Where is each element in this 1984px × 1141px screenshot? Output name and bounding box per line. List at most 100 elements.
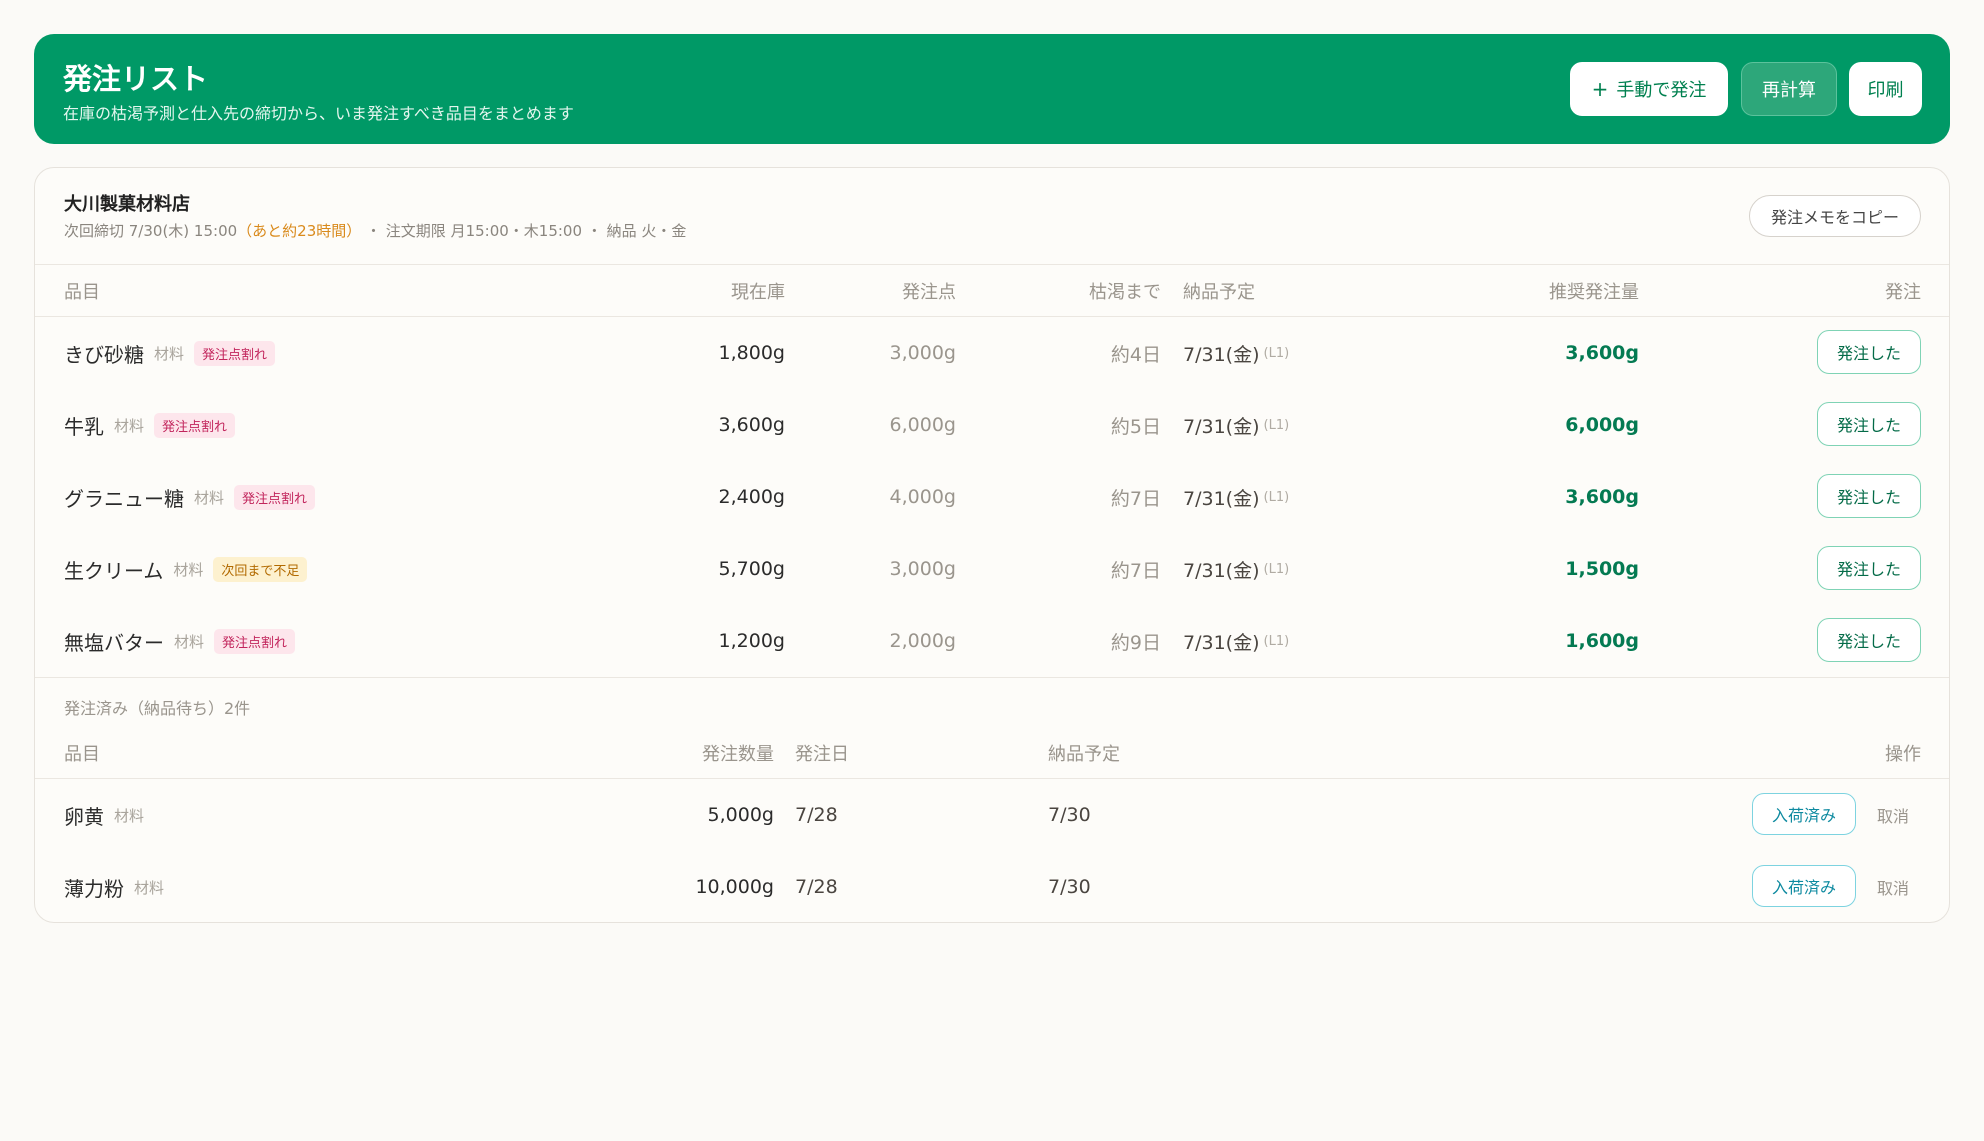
stock-value: 1,200g bbox=[718, 630, 785, 652]
item-cell: 生クリーム 材料 次回まで不足 bbox=[64, 533, 308, 605]
delivery-cell: 7/31(金) (L1) bbox=[1183, 533, 1289, 605]
col-delivery: 納品予定 bbox=[1183, 282, 1255, 303]
supplier-card: 大川製菓材料店 次回締切 7/30(木) 15:00（あと約23時間） ・ 注文… bbox=[34, 167, 1950, 923]
delivery-date: 7/30 bbox=[1048, 804, 1091, 826]
page-subtitle: 在庫の枯渇予測と仕入先の締切から、いま発注すべき品目をまとめます bbox=[63, 104, 574, 123]
item-name: 生クリーム bbox=[64, 558, 164, 583]
delivery-cell: 7/31(金) (L1) bbox=[1183, 461, 1289, 533]
item-name: グラニュー糖 bbox=[64, 486, 184, 511]
col-stock: 現在庫 bbox=[731, 282, 785, 303]
order-quantity: 5,000g bbox=[707, 804, 774, 826]
until-empty-value: 約5日 bbox=[1110, 415, 1161, 438]
lead-time: (L1) bbox=[1263, 417, 1290, 433]
reorder-point-value: 4,000g bbox=[889, 486, 956, 508]
table-row: グラニュー糖 材料 発注点割れ 2,400g 4,000g 約7日 7/31(金) (L1) 3… bbox=[35, 461, 1949, 533]
table-row: 無塩バター 材料 発注点割れ 1,200g 2,000g 約9日 7/31(金) (L1) 1,… bbox=[35, 605, 1949, 677]
col-reorder-point: 発注点 bbox=[902, 282, 956, 303]
item-name: 卵黄 bbox=[64, 804, 104, 829]
lead-time: (L1) bbox=[1263, 561, 1290, 577]
ordered-button[interactable]: 発注した bbox=[1817, 330, 1921, 374]
table-row: きび砂糖 材料 発注点割れ 1,800g 3,000g 約4日 7/31(金) (L1) 3,6… bbox=[35, 317, 1949, 389]
arrived-button[interactable]: 入荷済み bbox=[1752, 793, 1856, 835]
item-name: きび砂糖 bbox=[64, 342, 144, 367]
item-cell: きび砂糖 材料 発注点割れ bbox=[64, 317, 276, 389]
ordered-section-label: 発注済み（納品待ち）2件 bbox=[64, 699, 251, 718]
col-action: 発注 bbox=[1885, 282, 1921, 303]
recommended-qty: 3,600g bbox=[1565, 342, 1639, 364]
lead-time: (L1) bbox=[1263, 633, 1290, 649]
delivery-date: 7/31(金) bbox=[1183, 343, 1260, 366]
recalculate-button[interactable]: 再計算 bbox=[1741, 62, 1837, 116]
item-category: 材料 bbox=[154, 344, 185, 363]
status-badge: 発注点割れ bbox=[154, 412, 236, 438]
item-name: 薄力粉 bbox=[64, 876, 124, 901]
order-date: 7/28 bbox=[795, 876, 838, 898]
delivery-date: 7/31(金) bbox=[1183, 487, 1260, 510]
until-empty-value: 約7日 bbox=[1110, 487, 1161, 510]
ordered-col-quantity: 発注数量 bbox=[702, 744, 774, 765]
stock-value: 5,700g bbox=[718, 558, 785, 580]
status-badge: 発注点割れ bbox=[234, 484, 316, 510]
delivery-days: ・ 納品 火・金 bbox=[586, 222, 687, 240]
table-row: 卵黄 材料 5,000g 7/28 7/30 入荷済み 取消 bbox=[35, 779, 1949, 851]
until-empty-value: 約7日 bbox=[1110, 559, 1161, 582]
cancel-link[interactable]: 取消 bbox=[1877, 779, 1909, 851]
item-category: 材料 bbox=[134, 878, 165, 897]
divider bbox=[35, 264, 1949, 265]
until-empty-value: 約9日 bbox=[1110, 631, 1161, 654]
copy-memo-button[interactable]: 発注メモをコピー bbox=[1749, 195, 1921, 237]
ordered-button[interactable]: 発注した bbox=[1817, 402, 1921, 446]
ordered-button[interactable]: 発注した bbox=[1817, 474, 1921, 518]
stock-value: 1,800g bbox=[718, 342, 785, 364]
item-name: 牛乳 bbox=[64, 414, 104, 439]
page-title: 発注リスト bbox=[63, 62, 209, 96]
supplier-name: 大川製菓材料店 bbox=[64, 194, 190, 215]
divider bbox=[35, 677, 1949, 678]
status-badge: 次回まで不足 bbox=[213, 556, 308, 582]
recommended-qty: 1,600g bbox=[1565, 630, 1639, 652]
reorder-point-value: 2,000g bbox=[889, 630, 956, 652]
item-name: 無塩バター bbox=[64, 630, 164, 655]
order-date: 7/28 bbox=[795, 804, 838, 826]
stock-value: 3,600g bbox=[718, 414, 785, 436]
manual-order-label: 手動で発注 bbox=[1616, 80, 1707, 101]
reorder-point-value: 3,000g bbox=[889, 342, 956, 364]
delivery-date: 7/31(金) bbox=[1183, 415, 1260, 438]
delivery-date: 7/31(金) bbox=[1183, 559, 1260, 582]
page-header: 発注リスト 在庫の枯渇予測と仕入先の締切から、いま発注すべき品目をまとめます +… bbox=[34, 34, 1950, 144]
item-category: 材料 bbox=[114, 806, 145, 825]
order-quantity: 10,000g bbox=[695, 876, 774, 898]
recommended-qty: 1,500g bbox=[1565, 558, 1639, 580]
item-category: 材料 bbox=[114, 416, 145, 435]
plus-icon: + bbox=[1591, 77, 1609, 101]
ordered-button[interactable]: 発注した bbox=[1817, 546, 1921, 590]
item-cell: 卵黄 材料 bbox=[64, 779, 144, 851]
item-category: 材料 bbox=[174, 632, 205, 651]
item-cell: グラニュー糖 材料 発注点割れ bbox=[64, 461, 316, 533]
order-window: ・ 注文期限 月15:00・木15:00 bbox=[366, 222, 583, 240]
ordered-button[interactable]: 発注した bbox=[1817, 618, 1921, 662]
delivery-cell: 7/31(金) (L1) bbox=[1183, 605, 1289, 677]
delivery-date: 7/30 bbox=[1048, 876, 1091, 898]
ordered-col-order-date: 発注日 bbox=[795, 744, 849, 765]
cancel-link[interactable]: 取消 bbox=[1877, 851, 1909, 923]
item-cell: 薄力粉 材料 bbox=[64, 851, 164, 923]
supplier-meta: 次回締切 7/30(木) 15:00（あと約23時間） ・ 注文期限 月15:0… bbox=[64, 220, 686, 241]
stock-value: 2,400g bbox=[718, 486, 785, 508]
reorder-point-value: 6,000g bbox=[889, 414, 956, 436]
arrived-button[interactable]: 入荷済み bbox=[1752, 865, 1856, 907]
item-cell: 無塩バター 材料 発注点割れ bbox=[64, 605, 296, 677]
manual-order-button[interactable]: + 手動で発注 bbox=[1570, 62, 1728, 116]
print-button[interactable]: 印刷 bbox=[1849, 62, 1922, 116]
recommended-qty: 6,000g bbox=[1565, 414, 1639, 436]
col-item: 品目 bbox=[64, 282, 100, 303]
table-row: 牛乳 材料 発注点割れ 3,600g 6,000g 約5日 7/31(金) (L1) 6,000… bbox=[35, 389, 1949, 461]
col-recommended: 推奨発注量 bbox=[1549, 282, 1639, 303]
table-row: 生クリーム 材料 次回まで不足 5,700g 3,000g 約7日 7/31(金) (L1) 1… bbox=[35, 533, 1949, 605]
col-until-empty: 枯渇まで bbox=[1089, 282, 1161, 303]
time-left: （あと約23時間） bbox=[237, 222, 362, 240]
lead-time: (L1) bbox=[1263, 345, 1290, 361]
table-row: 薄力粉 材料 10,000g 7/28 7/30 入荷済み 取消 bbox=[35, 851, 1949, 923]
recommended-qty: 3,600g bbox=[1565, 486, 1639, 508]
lead-time: (L1) bbox=[1263, 489, 1290, 505]
